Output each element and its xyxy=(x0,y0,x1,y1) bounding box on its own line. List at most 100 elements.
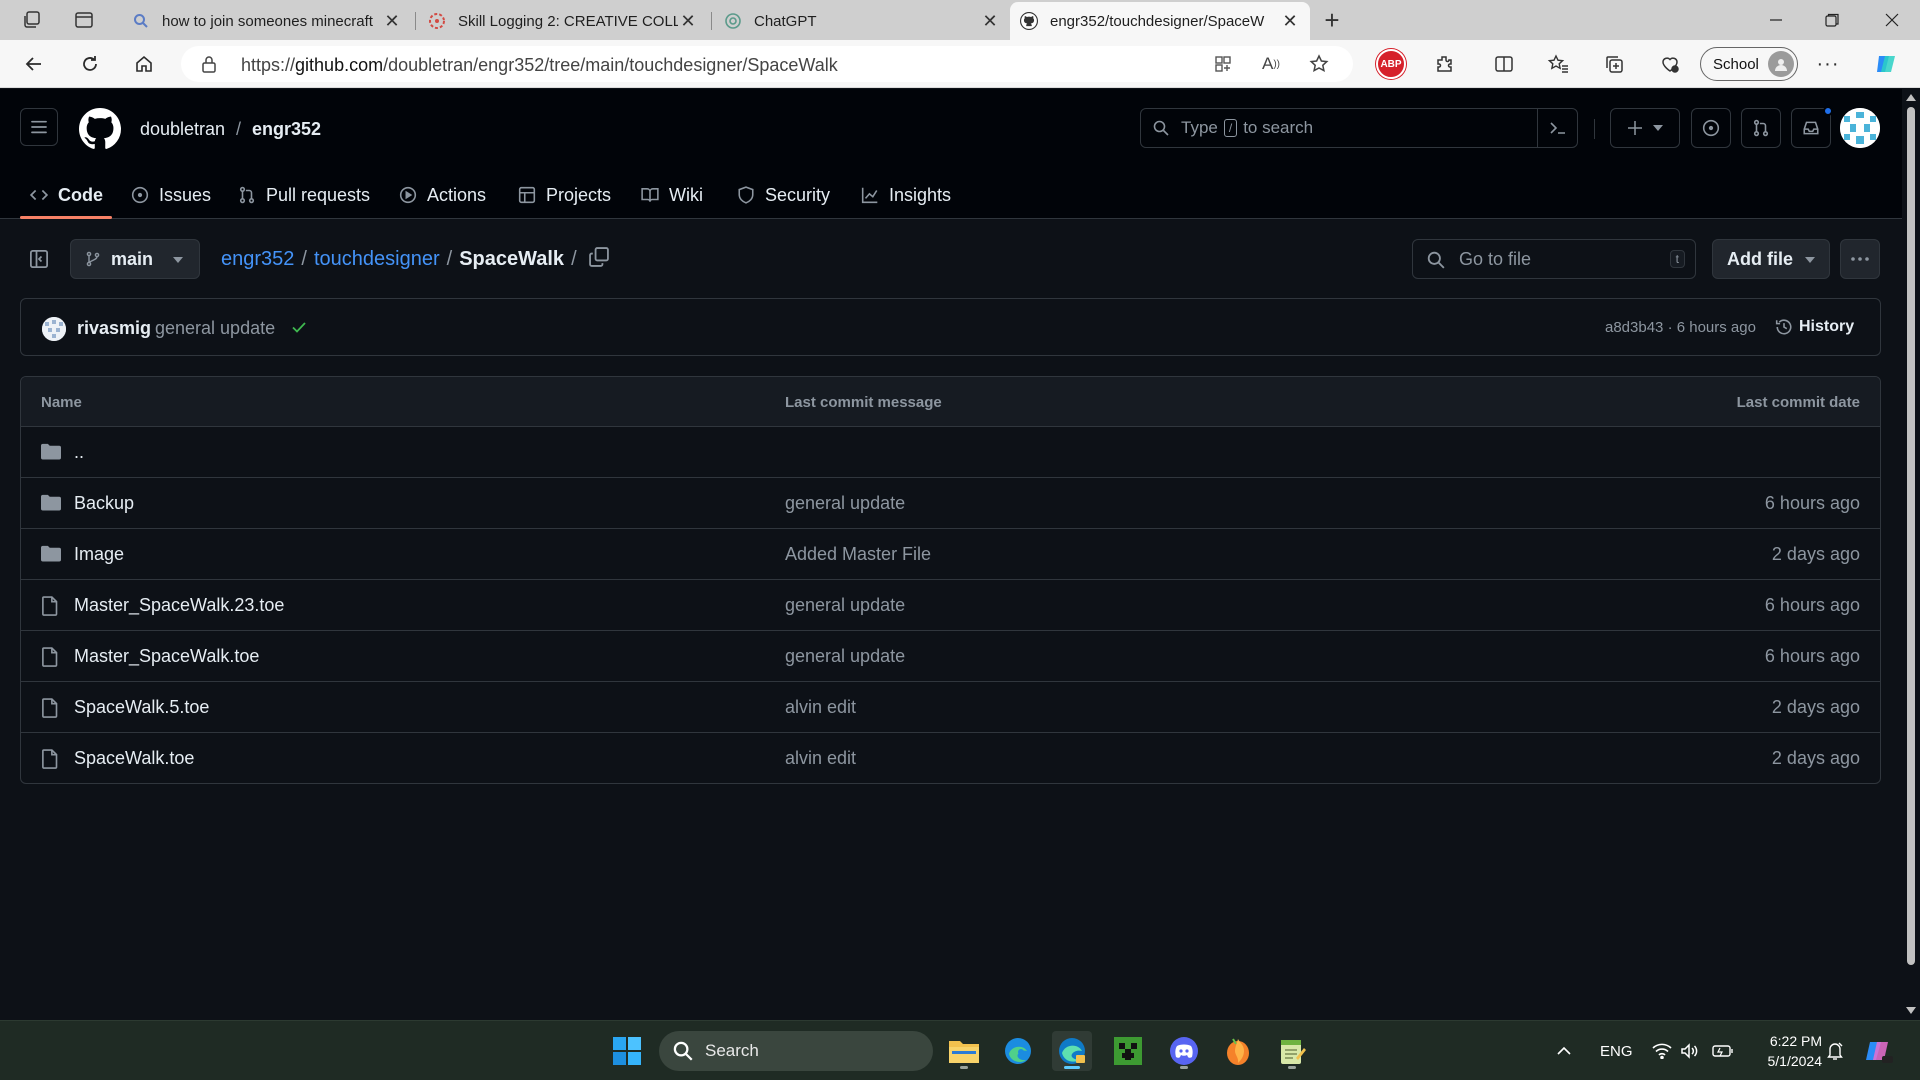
table-row[interactable]: Master_SpaceWalk.23.toe general update 6… xyxy=(21,580,1880,631)
volume-icon[interactable] xyxy=(1680,1021,1700,1080)
close-tab-icon[interactable]: ✕ xyxy=(980,11,1000,31)
commit-message-link[interactable]: Added Master File xyxy=(785,544,931,565)
commit-message-link[interactable]: general update xyxy=(785,595,905,616)
collections-icon[interactable] xyxy=(1596,48,1632,80)
notepad-icon[interactable] xyxy=(1272,1031,1312,1071)
battery-icon[interactable] xyxy=(1712,1021,1734,1080)
copy-path-icon[interactable] xyxy=(588,246,610,268)
table-row[interactable]: SpaceWalk.toe alvin edit 2 days ago xyxy=(21,733,1880,783)
vertical-tabs-icon[interactable] xyxy=(68,6,100,34)
discord-icon[interactable] xyxy=(1164,1031,1204,1071)
table-row[interactable]: SpaceWalk.5.toe alvin edit 2 days ago xyxy=(21,682,1880,733)
file-name-link[interactable]: SpaceWalk.5.toe xyxy=(74,697,209,718)
language-indicator[interactable]: ENG xyxy=(1600,1021,1633,1080)
commit-message-link[interactable]: alvin edit xyxy=(785,697,856,718)
fl-studio-icon[interactable] xyxy=(1218,1031,1258,1071)
workspaces-icon[interactable] xyxy=(16,6,48,34)
split-screen-icon[interactable] xyxy=(1486,48,1522,80)
tab-wiki[interactable]: Wiki xyxy=(641,171,703,219)
tab-insights[interactable]: Insights xyxy=(861,171,951,219)
breadcrumb-link-repo[interactable]: engr352 xyxy=(221,248,294,270)
scroll-up-icon[interactable] xyxy=(1906,94,1916,101)
create-new-button[interactable] xyxy=(1610,108,1680,148)
home-icon[interactable] xyxy=(126,48,162,80)
file-name-link[interactable]: SpaceWalk.toe xyxy=(74,748,194,769)
tab-actions[interactable]: Actions xyxy=(399,171,486,219)
read-aloud-icon[interactable]: A)) xyxy=(1257,52,1285,76)
close-tab-icon[interactable]: ✕ xyxy=(678,11,698,31)
page-scrollbar[interactable] xyxy=(1902,89,1920,1019)
branch-selector[interactable]: main xyxy=(70,239,200,279)
author-avatar[interactable] xyxy=(42,317,66,341)
add-file-button[interactable]: Add file xyxy=(1712,239,1830,279)
copilot-icon[interactable] xyxy=(1868,48,1904,80)
sidebar-toggle-icon[interactable] xyxy=(20,240,58,278)
command-palette-icon[interactable] xyxy=(1537,109,1577,147)
file-name-link[interactable]: Master_SpaceWalk.toe xyxy=(74,646,259,667)
repo-link[interactable]: engr352 xyxy=(252,119,321,140)
wifi-icon[interactable] xyxy=(1652,1021,1672,1080)
file-name-link[interactable]: Image xyxy=(74,544,124,565)
tab-issues[interactable]: Issues xyxy=(131,171,211,219)
favorites-icon[interactable] xyxy=(1540,48,1576,80)
tab-projects[interactable]: Projects xyxy=(518,171,611,219)
more-options-icon[interactable]: ··· xyxy=(1810,48,1846,80)
lock-icon[interactable] xyxy=(201,55,217,73)
hamburger-menu-icon[interactable] xyxy=(20,108,58,146)
close-window-icon[interactable] xyxy=(1864,0,1920,40)
commit-message[interactable]: general update xyxy=(155,318,275,339)
browser-tab-active[interactable]: engr352/touchdesigner/SpaceW ✕ xyxy=(1010,2,1310,40)
minecraft-icon[interactable] xyxy=(1108,1031,1148,1071)
global-search-input[interactable]: Type / to search xyxy=(1140,108,1578,148)
commit-message-link[interactable]: general update xyxy=(785,493,905,514)
commit-author[interactable]: rivasmig xyxy=(77,318,151,339)
restore-icon[interactable] xyxy=(1804,0,1860,40)
owner-link[interactable]: doubletran xyxy=(140,119,225,140)
profile-button[interactable]: School xyxy=(1700,47,1798,81)
scroll-down-icon[interactable] xyxy=(1906,1007,1916,1014)
browser-essentials-icon[interactable] xyxy=(1652,48,1688,80)
minimize-icon[interactable] xyxy=(1748,0,1804,40)
scrollbar-thumb[interactable] xyxy=(1907,107,1915,965)
tab-security[interactable]: Security xyxy=(737,171,830,219)
tab-pull-requests[interactable]: Pull requests xyxy=(238,171,370,219)
browser-tab[interactable]: ChatGPT ✕ xyxy=(714,2,1010,40)
windows-start-icon[interactable] xyxy=(607,1031,647,1071)
favorite-star-icon[interactable] xyxy=(1305,52,1333,76)
table-row[interactable]: Master_SpaceWalk.toe general update 6 ho… xyxy=(21,631,1880,682)
adblock-plus-icon[interactable]: ABP xyxy=(1376,49,1406,79)
show-hidden-icons-icon[interactable] xyxy=(1556,1021,1572,1080)
extensions-icon[interactable] xyxy=(1426,48,1462,80)
breadcrumb-link-folder[interactable]: touchdesigner xyxy=(314,248,440,270)
app-available-icon[interactable] xyxy=(1209,52,1237,76)
back-icon[interactable] xyxy=(16,48,52,80)
history-button[interactable]: History xyxy=(1775,315,1854,339)
file-name-link[interactable]: Master_SpaceWalk.23.toe xyxy=(74,595,284,616)
parent-directory-link[interactable]: .. xyxy=(74,442,84,463)
address-bar[interactable]: https://github.com/doubletran/engr352/tr… xyxy=(181,46,1353,82)
check-icon[interactable] xyxy=(291,319,307,335)
tab-code[interactable]: Code xyxy=(30,171,103,219)
browser-tab[interactable]: how to join someones minecraft ✕ xyxy=(122,2,412,40)
edge-browser-icon[interactable] xyxy=(998,1031,1038,1071)
go-to-file-input[interactable]: Go to file t xyxy=(1412,239,1696,279)
system-clock[interactable]: 6:22 PM 5/1/2024 xyxy=(1752,1031,1823,1071)
more-actions-icon[interactable] xyxy=(1840,239,1880,279)
browser-tab[interactable]: Skill Logging 2: CREATIVE COLLA ✕ xyxy=(418,2,708,40)
commit-message-link[interactable]: alvin edit xyxy=(785,748,856,769)
parent-directory-row[interactable]: .. xyxy=(21,427,1880,478)
copilot-taskbar-icon[interactable] xyxy=(1864,1021,1894,1080)
file-explorer-icon[interactable] xyxy=(944,1031,984,1071)
table-row[interactable]: Image Added Master File 2 days ago xyxy=(21,529,1880,580)
pull-requests-icon[interactable] xyxy=(1741,108,1781,148)
notifications-icon[interactable] xyxy=(1826,1021,1844,1080)
github-logo-icon[interactable] xyxy=(79,108,121,150)
commit-message-link[interactable]: general update xyxy=(785,646,905,667)
file-name-link[interactable]: Backup xyxy=(74,493,134,514)
issues-icon[interactable] xyxy=(1691,108,1731,148)
table-row[interactable]: Backup general update 6 hours ago xyxy=(21,478,1880,529)
close-tab-icon[interactable]: ✕ xyxy=(1280,11,1300,31)
user-avatar[interactable] xyxy=(1840,108,1880,148)
new-tab-icon[interactable]: + xyxy=(1316,5,1348,35)
taskbar-search[interactable]: Search xyxy=(659,1031,933,1071)
